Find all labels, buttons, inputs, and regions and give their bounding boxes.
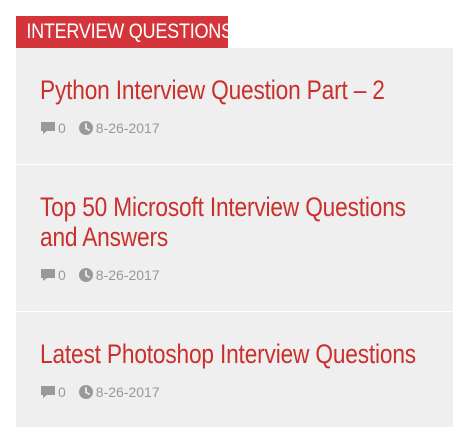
interview-questions-widget: INTERVIEW QUESTIONS Python Interview Que… [16, 16, 453, 427]
post-date-value: 8-26-2017 [95, 120, 160, 136]
post-meta: 0 8-26-2017 [40, 119, 429, 137]
list-item: Top 50 Microsoft Interview Questions and… [16, 165, 453, 312]
comment-count-value: 0 [58, 120, 66, 136]
widget-title-bar: INTERVIEW QUESTIONS [16, 16, 228, 48]
comment-count[interactable]: 0 [40, 384, 66, 400]
post-date: 8-26-2017 [78, 120, 160, 136]
post-date: 8-26-2017 [78, 267, 160, 283]
clock-icon [78, 267, 94, 283]
comment-count-value: 0 [58, 267, 66, 283]
post-title-link[interactable]: Python Interview Question Part – 2 [40, 75, 426, 105]
clock-icon [78, 384, 94, 400]
list-item: Latest Photoshop Interview Questions 0 8… [16, 312, 453, 427]
comment-icon [40, 120, 56, 136]
comment-count[interactable]: 0 [40, 267, 66, 283]
comment-icon [40, 267, 56, 283]
post-meta: 0 8-26-2017 [40, 383, 429, 401]
comment-count[interactable]: 0 [40, 120, 66, 136]
comment-count-value: 0 [58, 384, 66, 400]
post-list: Python Interview Question Part – 2 0 8-2… [16, 48, 453, 427]
clock-icon [78, 120, 94, 136]
comment-icon [40, 384, 56, 400]
post-date-value: 8-26-2017 [95, 267, 160, 283]
post-title-link[interactable]: Top 50 Microsoft Interview Questions and… [40, 192, 426, 252]
post-meta: 0 8-26-2017 [40, 266, 429, 284]
list-item: Python Interview Question Part – 2 0 8-2… [16, 48, 453, 165]
post-title-link[interactable]: Latest Photoshop Interview Questions [40, 339, 426, 369]
post-date: 8-26-2017 [78, 384, 160, 400]
post-date-value: 8-26-2017 [95, 384, 160, 400]
widget-title: INTERVIEW QUESTIONS [16, 16, 228, 48]
